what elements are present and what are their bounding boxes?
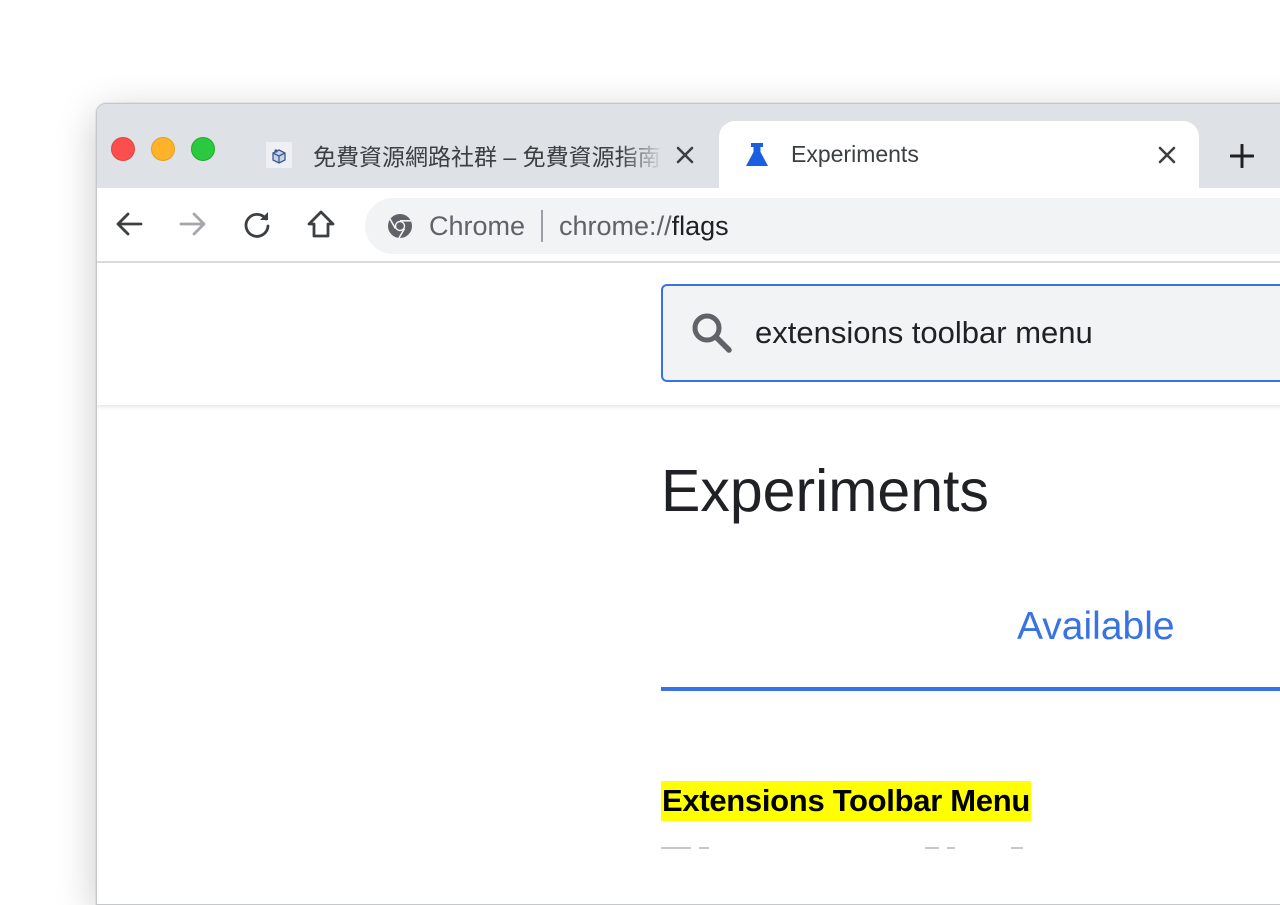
arrow-left-icon — [116, 212, 143, 236]
new-tab-button[interactable] — [1225, 139, 1259, 173]
omnibox-separator — [541, 210, 544, 242]
forward-button[interactable] — [175, 206, 211, 242]
home-icon — [307, 210, 335, 238]
window-close-button[interactable] — [111, 137, 135, 161]
flask-icon — [743, 141, 771, 169]
omnibox[interactable]: Chrome chrome://flags — [365, 198, 1280, 254]
search-flags-input[interactable] — [753, 314, 1280, 352]
flags-header — [97, 263, 1280, 405]
active-tab-indicator — [661, 687, 1280, 691]
search-icon — [692, 313, 732, 353]
url-scheme: chrome:// — [559, 210, 672, 241]
url-host: flags — [671, 210, 729, 241]
arrow-right-icon — [179, 212, 206, 236]
flag-title: Extensions Toolbar Menu — [661, 781, 1032, 821]
reload-button[interactable] — [239, 206, 275, 242]
toolbar: Chrome chrome://flags — [97, 188, 1280, 263]
back-button[interactable] — [111, 206, 147, 242]
tab-title: Experiments — [791, 141, 919, 167]
tab-free-resource[interactable]: 免費資源網路社群 – 免費資源指南 — [255, 121, 717, 188]
tab-experiments[interactable]: Experiments — [719, 121, 1199, 188]
url-text[interactable]: chrome://flags — [559, 211, 729, 242]
search-flags-box[interactable] — [661, 284, 1280, 382]
tab-available[interactable]: Available — [1017, 605, 1175, 649]
reload-icon — [244, 212, 270, 238]
chrome-icon — [388, 214, 412, 239]
site-favicon-icon — [265, 141, 293, 169]
close-tab-icon[interactable] — [671, 141, 699, 169]
tab-strip: 免費資源網路社群 – 免費資源指南 Experiments — [97, 104, 1280, 188]
flags-content: Experiments Available Extensions Toolbar… — [97, 407, 1280, 904]
page-title: Experiments — [661, 458, 989, 524]
site-chip-label: Chrome — [429, 210, 526, 241]
window-minimize-button[interactable] — [151, 137, 175, 161]
flag-description-partial — [661, 837, 1280, 849]
tab-title: 免費資源網路社群 – 免費資源指南 — [313, 143, 661, 170]
plus-icon — [1230, 144, 1254, 168]
home-button[interactable] — [303, 206, 339, 242]
window-maximize-button[interactable] — [191, 137, 215, 161]
browser-window: 免費資源網路社群 – 免費資源指南 Experiments Chrome chr… — [96, 103, 1280, 905]
close-tab-icon[interactable] — [1153, 141, 1181, 169]
